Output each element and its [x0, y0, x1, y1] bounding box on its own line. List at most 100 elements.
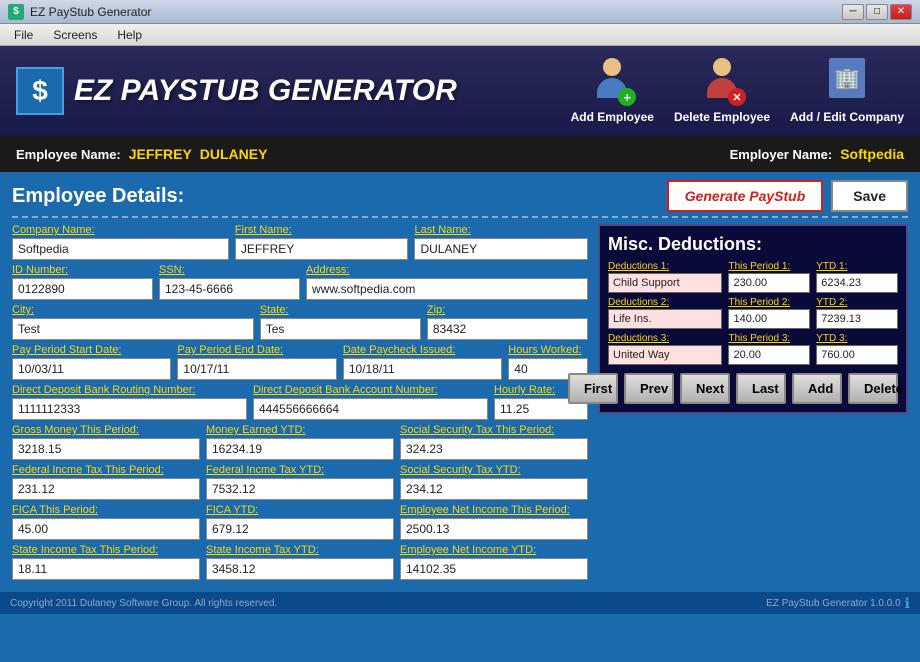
state-ytd-label: State Income Tax YTD:: [206, 544, 394, 556]
next-button[interactable]: Next: [680, 373, 730, 404]
logo-dollar-icon: $: [16, 67, 64, 115]
period3-label: This Period 3:: [728, 333, 810, 344]
main-content: Employee Details: Generate PayStub Save …: [0, 172, 920, 592]
close-button[interactable]: ✕: [890, 4, 912, 20]
employer-name: Softpedia: [840, 146, 904, 162]
delete-employee-label: Delete Employee: [674, 110, 770, 124]
version-text: EZ PayStub Generator 1.0.0.0: [766, 598, 901, 609]
ded3-label: Deductions 3:: [608, 333, 722, 344]
zip-label: Zip:: [427, 304, 588, 316]
net-input[interactable]: [400, 518, 588, 540]
ded2-label: Deductions 2:: [608, 297, 722, 308]
account-input[interactable]: [253, 398, 488, 420]
state-tax-label: State Income Tax This Period:: [12, 544, 200, 556]
pay-start-input[interactable]: [12, 358, 171, 380]
ssn-input[interactable]: [159, 278, 300, 300]
state-input[interactable]: [260, 318, 421, 340]
company-name-label: Company Name:: [12, 224, 229, 236]
city-input[interactable]: [12, 318, 254, 340]
menubar: File Screens Help: [0, 24, 920, 46]
ded1-label: Deductions 1:: [608, 261, 722, 272]
city-label: City:: [12, 304, 254, 316]
pay-end-label: Pay Period End Date:: [177, 344, 336, 356]
net-ytd-input[interactable]: [400, 558, 588, 580]
add-button[interactable]: Add: [792, 373, 842, 404]
save-button[interactable]: Save: [831, 180, 908, 212]
maximize-button[interactable]: □: [866, 4, 888, 20]
employer-name-label: Employer Name:: [730, 147, 833, 162]
first-button[interactable]: First: [568, 373, 618, 404]
address-label: Address:: [306, 264, 588, 276]
ded3-input[interactable]: [608, 345, 722, 365]
routing-label: Direct Deposit Bank Routing Number:: [12, 384, 247, 396]
ssn-label: SSN:: [159, 264, 300, 276]
app-header: $ EZ PAYSTUB GENERATOR + Add Employee ✕ …: [0, 46, 920, 136]
delete-employee-button[interactable]: ✕ Delete Employee: [674, 58, 770, 124]
emp-last-name: DULANEY: [200, 146, 268, 162]
ytd2-input[interactable]: [816, 309, 898, 329]
gross-input[interactable]: [12, 438, 200, 460]
period1-label: This Period 1:: [728, 261, 810, 272]
add-edit-company-button[interactable]: 🏢 Add / Edit Company: [790, 58, 904, 124]
period2-label: This Period 2:: [728, 297, 810, 308]
check-date-input[interactable]: [343, 358, 502, 380]
zip-input[interactable]: [427, 318, 588, 340]
check-date-label: Date Paycheck Issued:: [343, 344, 502, 356]
fica-input[interactable]: [12, 518, 200, 540]
fica-ytd-input[interactable]: [206, 518, 394, 540]
ytd3-input[interactable]: [816, 345, 898, 365]
ss-ytd-input[interactable]: [400, 478, 588, 500]
prev-button[interactable]: Prev: [624, 373, 674, 404]
pay-start-label: Pay Period Start Date:: [12, 344, 171, 356]
last-button[interactable]: Last: [736, 373, 786, 404]
add-employee-button[interactable]: + Add Employee: [571, 58, 654, 124]
fed-tax-input[interactable]: [12, 478, 200, 500]
info-icon[interactable]: ℹ: [905, 595, 910, 612]
menu-screens[interactable]: Screens: [43, 26, 107, 44]
generate-paystub-button[interactable]: Generate PayStub: [667, 180, 824, 212]
ytd1-label: YTD 1:: [816, 261, 898, 272]
pay-end-input[interactable]: [177, 358, 336, 380]
deductions-panel: Misc. Deductions: Deductions 1: This Per…: [598, 224, 908, 414]
app-icon: $: [8, 4, 24, 20]
first-name-label: First Name:: [235, 224, 409, 236]
last-name-input[interactable]: [414, 238, 588, 260]
minimize-button[interactable]: ─: [842, 4, 864, 20]
menu-help[interactable]: Help: [107, 26, 152, 44]
address-input[interactable]: [306, 278, 588, 300]
add-edit-company-label: Add / Edit Company: [790, 110, 904, 124]
ded1-input[interactable]: [608, 273, 722, 293]
net-ytd-label: Employee Net Income YTD:: [400, 544, 588, 556]
delete-button[interactable]: Delete: [848, 373, 898, 404]
fica-label: FICA This Period:: [12, 504, 200, 516]
period2-input[interactable]: [728, 309, 810, 329]
logo-text: EZ PAYSTUB GENERATOR: [74, 74, 457, 108]
copyright-text: Copyright 2011 Dulaney Software Group. A…: [10, 598, 277, 609]
employee-bar: Employee Name: JEFFREY DULANEY Employer …: [0, 136, 920, 172]
titlebar-title: EZ PayStub Generator: [30, 5, 151, 19]
state-tax-input[interactable]: [12, 558, 200, 580]
ytd-input[interactable]: [206, 438, 394, 460]
hours-label: Hours Worked:: [508, 344, 588, 356]
section-title: Employee Details:: [12, 185, 184, 208]
routing-input[interactable]: [12, 398, 247, 420]
net-label: Employee Net Income This Period:: [400, 504, 588, 516]
titlebar: $ EZ PayStub Generator ─ □ ✕: [0, 0, 920, 24]
ded2-input[interactable]: [608, 309, 722, 329]
ytd1-input[interactable]: [816, 273, 898, 293]
account-label: Direct Deposit Bank Account Number:: [253, 384, 488, 396]
company-name-input[interactable]: [12, 238, 229, 260]
ytd-label: Money Earned YTD:: [206, 424, 394, 436]
menu-file[interactable]: File: [4, 26, 43, 44]
fed-ytd-input[interactable]: [206, 478, 394, 500]
ss-tax-input[interactable]: [400, 438, 588, 460]
id-input[interactable]: [12, 278, 153, 300]
gross-label: Gross Money This Period:: [12, 424, 200, 436]
logo: $ EZ PAYSTUB GENERATOR: [16, 67, 571, 115]
period1-input[interactable]: [728, 273, 810, 293]
first-name-input[interactable]: [235, 238, 409, 260]
ytd3-label: YTD 3:: [816, 333, 898, 344]
state-ytd-input[interactable]: [206, 558, 394, 580]
footer: Copyright 2011 Dulaney Software Group. A…: [0, 592, 920, 614]
period3-input[interactable]: [728, 345, 810, 365]
